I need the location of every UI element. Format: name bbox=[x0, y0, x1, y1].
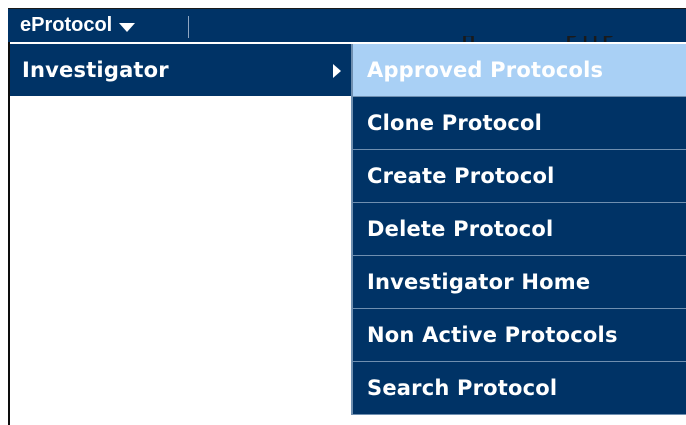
investigator-menu-item[interactable]: Investigator bbox=[10, 44, 351, 96]
caret-down-icon bbox=[119, 22, 136, 32]
submenu-item-label: Clone Protocol bbox=[367, 111, 543, 135]
submenu-item-non-active-protocols[interactable]: Non Active Protocols bbox=[353, 309, 686, 362]
submenu-item-search-protocol[interactable]: Search Protocol bbox=[353, 362, 686, 415]
submenu-item-label: Investigator Home bbox=[367, 270, 591, 294]
submenu-item-label: Approved Protocols bbox=[367, 58, 604, 82]
investigator-menu-label: Investigator bbox=[22, 58, 169, 82]
caret-right-icon bbox=[333, 64, 341, 78]
screenshot-frame: eProtocol H P l l P Investigator Approve… bbox=[0, 0, 686, 425]
submenu-item-label: Delete Protocol bbox=[367, 217, 554, 241]
submenu-item-delete-protocol[interactable]: Delete Protocol bbox=[353, 203, 686, 256]
submenu-item-clone-protocol[interactable]: Clone Protocol bbox=[353, 97, 686, 150]
navbar-separator bbox=[188, 16, 189, 38]
submenu-item-create-protocol[interactable]: Create Protocol bbox=[353, 150, 686, 203]
submenu-item-label: Search Protocol bbox=[367, 376, 558, 400]
background-text-right: P l l P bbox=[566, 36, 615, 44]
submenu-item-label: Create Protocol bbox=[367, 164, 555, 188]
background-text-left: H bbox=[462, 36, 475, 44]
eprotocol-menu-label: eProtocol bbox=[20, 13, 113, 36]
submenu-item-approved-protocols[interactable]: Approved Protocols bbox=[353, 44, 686, 97]
submenu-item-investigator-home[interactable]: Investigator Home bbox=[353, 256, 686, 309]
obscured-background-text: H P l l P bbox=[458, 36, 686, 44]
eprotocol-menu-button[interactable]: eProtocol bbox=[20, 9, 136, 41]
submenu-item-label: Non Active Protocols bbox=[367, 323, 618, 347]
investigator-submenu: Approved Protocols Clone Protocol Create P… bbox=[351, 44, 686, 415]
page-left-border bbox=[8, 40, 10, 425]
